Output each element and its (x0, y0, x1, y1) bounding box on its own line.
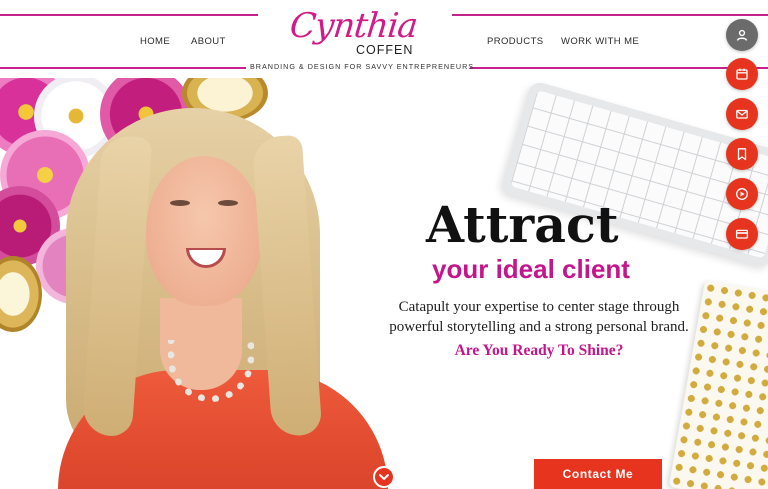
header-rule-top-left (0, 14, 258, 16)
portrait-eye (218, 200, 238, 206)
hero-subheadline: your ideal client (432, 254, 630, 284)
portrait-face (146, 156, 262, 306)
side-button-video[interactable] (726, 178, 758, 210)
nav-about[interactable]: ABOUT (191, 36, 226, 47)
bookmark-icon (737, 148, 747, 161)
site-header: HOME ABOUT Cynthia COFFEN BRANDING & DES… (0, 0, 768, 78)
hero-body-line: Catapult your expertise to center stage … (398, 299, 680, 315)
hero-section: Attract your ideal client Catapult your … (0, 78, 768, 489)
header-rule-bottom-right (470, 67, 768, 69)
header-rule-bottom-left (0, 67, 246, 69)
calendar-icon (736, 68, 748, 80)
hero-headline: Attract (426, 195, 619, 254)
logo-tagline: BRANDING & DESIGN FOR SAVVY ENTREPRENEUR… (250, 62, 475, 71)
mail-icon (736, 109, 748, 119)
side-button-payment[interactable] (726, 218, 758, 250)
header-rule-top-right (452, 14, 768, 16)
hero-question: Are You Ready To Shine? (454, 342, 624, 359)
nav-products[interactable]: PRODUCTS (487, 36, 544, 47)
side-button-bookmark[interactable] (726, 138, 758, 170)
scroll-down-button[interactable] (373, 466, 395, 488)
nav-home[interactable]: HOME (140, 36, 170, 47)
hero-body-line: powerful storytelling and a strong perso… (389, 319, 689, 335)
user-icon (736, 29, 748, 41)
logo-script: Cynthia (287, 6, 419, 46)
credit-card-icon (735, 229, 749, 239)
logo-surname: COFFEN (356, 43, 414, 57)
contact-me-button[interactable]: Contact Me (534, 459, 662, 489)
nav-work-with-me[interactable]: WORK WITH ME (561, 36, 639, 47)
chevron-down-icon (379, 474, 389, 480)
side-button-calendar[interactable] (726, 58, 758, 90)
portrait-eye (170, 200, 190, 206)
side-button-account[interactable] (726, 19, 758, 51)
hero-body: Catapult your expertise to center stage … (384, 297, 694, 337)
play-icon (736, 188, 748, 200)
side-button-email[interactable] (726, 98, 758, 130)
